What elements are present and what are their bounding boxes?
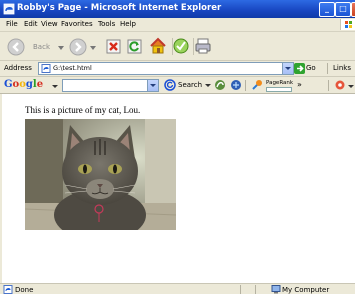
- google-search-dropdown[interactable]: [147, 79, 159, 92]
- popup-blocker-icon[interactable]: [251, 79, 263, 91]
- cat-photo: [25, 119, 176, 230]
- google-menu-dropdown-icon[interactable]: [52, 84, 58, 89]
- print-icon[interactable]: [194, 37, 212, 55]
- status-text: Done: [15, 286, 34, 294]
- browser-window: Robby's Page - Microsoft Internet Explor…: [0, 0, 355, 294]
- go-arrow-icon[interactable]: [294, 63, 305, 74]
- google-settings-icon[interactable]: [334, 79, 346, 91]
- news-icon[interactable]: [230, 79, 242, 91]
- pagerank-label: PageRank: [266, 80, 294, 86]
- google-separator-2: [328, 80, 329, 91]
- pagerank-meter: [266, 87, 292, 92]
- favorites-icon[interactable]: [172, 37, 190, 55]
- menu-favorites[interactable]: Favorites: [61, 20, 93, 28]
- address-bar: Address G:\test.html Go Links: [0, 61, 355, 77]
- page-text: This is a picture of my cat, Lou.: [25, 105, 141, 115]
- my-computer-icon: [271, 285, 281, 294]
- status-page-icon: [3, 285, 13, 294]
- windows-logo-icon: [340, 19, 355, 30]
- menu-bar: File Edit View Favorites Tools Help: [0, 18, 355, 32]
- standard-toolbar: Back: [0, 32, 355, 61]
- back-label[interactable]: Back: [33, 43, 50, 51]
- address-value: G:\test.html: [53, 64, 92, 72]
- forward-icon[interactable]: [68, 37, 88, 57]
- maximize-button[interactable]: □: [335, 2, 351, 17]
- google-logo[interactable]: Google: [4, 79, 43, 90]
- forward-dropdown-icon[interactable]: [90, 45, 96, 51]
- refresh-icon[interactable]: [127, 39, 142, 54]
- menu-tools[interactable]: Tools: [98, 20, 115, 28]
- status-separator: [240, 285, 241, 294]
- address-separator: [327, 63, 328, 74]
- title-bar[interactable]: Robby's Page - Microsoft Internet Explor…: [0, 0, 355, 18]
- back-icon[interactable]: [6, 37, 30, 57]
- status-separator-2: [255, 285, 256, 294]
- ie-page-icon: [3, 3, 15, 15]
- google-more-chevron-icon[interactable]: »: [297, 80, 302, 89]
- search-dropdown-icon[interactable]: [205, 83, 211, 88]
- menu-help[interactable]: Help: [120, 20, 136, 28]
- address-field[interactable]: G:\test.html: [38, 62, 294, 75]
- home-icon[interactable]: [149, 37, 167, 55]
- status-bar: Done My Computer: [0, 283, 355, 294]
- menu-edit[interactable]: Edit: [24, 20, 38, 28]
- back-dropdown-icon[interactable]: [58, 45, 64, 51]
- security-zone: My Computer: [282, 286, 330, 294]
- stop-icon[interactable]: [106, 39, 121, 54]
- page-icon: [41, 64, 51, 73]
- page-content: This is a picture of my cat, Lou.: [0, 94, 355, 283]
- settings-dropdown-icon[interactable]: [348, 84, 354, 89]
- google-separator: [245, 80, 246, 91]
- google-search-icon[interactable]: [164, 79, 176, 91]
- go-button[interactable]: Go: [306, 64, 316, 72]
- google-search-button[interactable]: Search: [178, 81, 202, 89]
- google-search-input[interactable]: [62, 79, 159, 92]
- minimize-button[interactable]: _: [319, 2, 335, 17]
- site-search-icon[interactable]: [214, 79, 226, 91]
- address-dropdown-button[interactable]: [282, 63, 293, 74]
- menu-file[interactable]: File: [6, 20, 18, 28]
- window-title: Robby's Page - Microsoft Internet Explor…: [17, 3, 222, 13]
- close-button[interactable]: ×: [351, 2, 355, 17]
- google-toolbar: Google Search PageRank »: [0, 77, 355, 94]
- links-button[interactable]: Links: [333, 64, 351, 72]
- address-label: Address: [4, 64, 32, 72]
- menu-view[interactable]: View: [41, 20, 58, 28]
